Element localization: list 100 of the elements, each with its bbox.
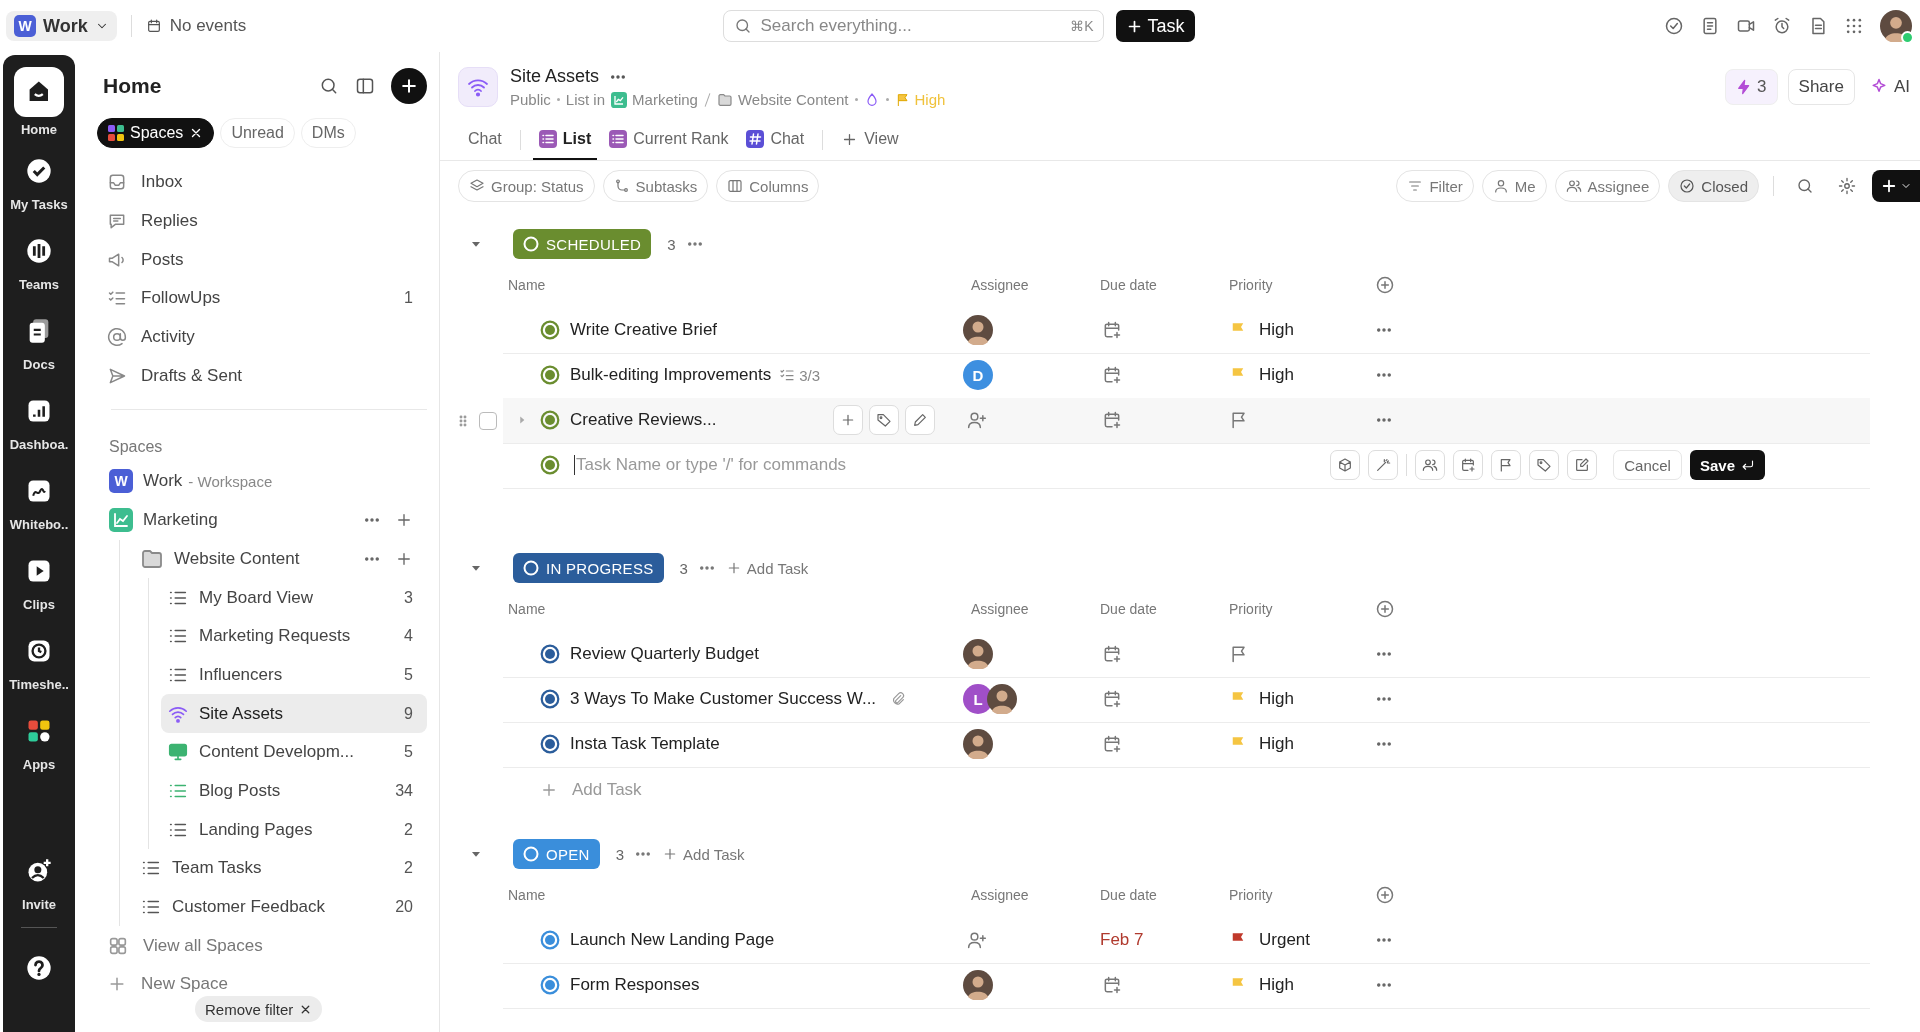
rail-item[interactable]: Docs	[4, 307, 74, 387]
view-tab[interactable]: List	[532, 120, 598, 160]
add-column-icon[interactable]	[1375, 599, 1395, 619]
status-group-button[interactable]: IN PROGRESS	[513, 553, 664, 583]
nav-item[interactable]: Drafts & Sent	[103, 356, 427, 396]
toolbar-chip[interactable]: Closed	[1668, 170, 1759, 202]
ai-button[interactable]: AI	[1864, 69, 1914, 105]
task-name[interactable]: Review Quarterly Budget	[570, 644, 759, 664]
rail-item[interactable]: Invite	[4, 847, 74, 927]
priority-button[interactable]	[1491, 450, 1522, 480]
status-icon[interactable]	[540, 320, 560, 340]
due-date-button[interactable]	[1453, 450, 1484, 480]
tree-item[interactable]: Site Assets 9	[161, 694, 427, 733]
task-row[interactable]: 3 Ways To Make Customer Success W... L High	[503, 676, 1870, 723]
category-tab[interactable]: Spaces	[97, 118, 215, 148]
rail-item[interactable]: My Tasks	[4, 147, 74, 227]
task-name[interactable]: 3 Ways To Make Customer Success W...	[570, 689, 877, 709]
category-tab[interactable]: DMs	[300, 118, 356, 148]
new-task-button[interactable]: Task	[1116, 10, 1195, 42]
nav-item[interactable]: Activity	[103, 317, 427, 357]
tree-item[interactable]: W Work - Workspace	[103, 462, 427, 501]
rail-item[interactable]: Teams	[4, 227, 74, 307]
nav-item[interactable]: FollowUps 1	[103, 279, 427, 318]
add-date-icon[interactable]	[1102, 975, 1122, 995]
view-tab[interactable]: Chat	[740, 120, 811, 160]
tree-item[interactable]: Landing Pages 2	[161, 810, 427, 849]
search-icon[interactable]	[319, 76, 339, 96]
status-icon[interactable]	[540, 975, 560, 995]
tree-item[interactable]: My Board View 3	[161, 578, 427, 617]
breadcrumb-link[interactable]: Marketing	[611, 91, 698, 108]
rail-item[interactable]: Clips	[4, 547, 74, 627]
task-row[interactable]: Review Quarterly Budget	[503, 631, 1870, 678]
task-row[interactable]: Insta Task Template High	[503, 721, 1870, 768]
tag-button[interactable]	[1529, 450, 1560, 480]
rail-item[interactable]: Dashboa.	[4, 387, 74, 467]
tree-item[interactable]: Team Tasks 2	[134, 849, 427, 888]
task-row[interactable]: Launch New Landing Page Feb 7 Urgent	[503, 917, 1870, 964]
task-name[interactable]: Creative Reviews...	[570, 410, 717, 430]
workspace-switcher[interactable]: W Work	[6, 11, 117, 41]
add-column-icon[interactable]	[1375, 275, 1395, 295]
task-row[interactable]: Form Responses High	[503, 962, 1870, 1009]
add-subtask-button[interactable]	[833, 405, 863, 435]
tree-item[interactable]: Influencers 5	[161, 655, 427, 695]
rename-button[interactable]	[905, 405, 935, 435]
task-name[interactable]: Write Creative Brief	[570, 320, 718, 340]
tree-item[interactable]: Marketing	[103, 500, 427, 540]
add-task-button[interactable]: Add Task	[662, 845, 745, 863]
alarm-clock-icon[interactable]	[1772, 16, 1792, 36]
tree-item[interactable]: Content Developm... 5	[161, 732, 427, 772]
share-button[interactable]: Share	[1787, 69, 1855, 105]
checkbox[interactable]	[478, 411, 497, 430]
rail-item[interactable]: Home	[4, 67, 74, 147]
add-date-icon[interactable]	[1102, 320, 1122, 340]
task-name[interactable]: Bulk-editing Improvements	[570, 365, 772, 385]
task-row[interactable]: Creative Reviews...	[503, 397, 1870, 444]
add-date-icon[interactable]	[1102, 410, 1122, 430]
search-field[interactable]: Search everything...	[760, 16, 1063, 36]
save-button[interactable]: Save	[1689, 450, 1765, 480]
status-icon[interactable]	[540, 689, 560, 709]
nav-item[interactable]: Inbox	[103, 163, 427, 202]
view-tab[interactable]: View	[835, 120, 905, 160]
add-column-icon[interactable]	[1375, 885, 1395, 905]
view-tab[interactable]: Current Rank	[603, 120, 735, 160]
apps-grid-icon[interactable]	[1844, 16, 1864, 36]
add-button[interactable]	[1872, 170, 1920, 202]
category-tab[interactable]: Unread	[220, 118, 295, 148]
task-type-button[interactable]	[1330, 450, 1361, 480]
task-row[interactable]: Write Creative Brief High	[503, 307, 1870, 354]
status-icon[interactable]	[540, 365, 560, 385]
remove-filter-button[interactable]: Remove filter	[195, 996, 323, 1022]
due-date[interactable]: Feb 7	[1100, 930, 1144, 950]
nav-item[interactable]: View all Spaces	[103, 926, 427, 966]
assignee-button[interactable]	[1415, 450, 1446, 480]
tag-button[interactable]	[869, 405, 899, 435]
create-button[interactable]	[391, 68, 427, 104]
add-date-icon[interactable]	[1102, 734, 1122, 754]
search-bar[interactable]: Search everything... ⌘K	[723, 10, 1105, 42]
status-icon[interactable]	[540, 455, 560, 475]
status-group-button[interactable]: SCHEDULED	[513, 229, 652, 259]
add-date-icon[interactable]	[1102, 689, 1122, 709]
status-icon[interactable]	[540, 644, 560, 664]
rail-item[interactable]: Apps	[4, 707, 74, 787]
add-assignee-icon[interactable]	[967, 410, 987, 430]
check-circle-icon[interactable]	[1664, 16, 1684, 36]
description-button[interactable]	[1567, 450, 1598, 480]
status-icon[interactable]	[540, 410, 560, 430]
add-date-icon[interactable]	[1102, 365, 1122, 385]
task-name[interactable]: Insta Task Template	[570, 734, 720, 754]
view-tab[interactable]: Chat	[462, 120, 508, 160]
tree-item[interactable]: Website Content	[134, 539, 427, 579]
add-assignee-icon[interactable]	[967, 930, 987, 950]
status-icon[interactable]	[540, 930, 560, 950]
tree-item[interactable]: Marketing Requests 4	[161, 616, 427, 656]
sidebar-toggle-icon[interactable]	[355, 76, 375, 96]
tree-item[interactable]: Customer Feedback 20	[134, 887, 427, 927]
tree-item[interactable]: Blog Posts 34	[161, 771, 427, 811]
notepad-icon[interactable]	[1700, 16, 1720, 36]
task-name[interactable]: Launch New Landing Page	[570, 930, 775, 950]
task-name-input[interactable]: Task Name or type '/' for commands	[574, 455, 1331, 475]
rail-item[interactable]: Whitebo..	[4, 467, 74, 547]
